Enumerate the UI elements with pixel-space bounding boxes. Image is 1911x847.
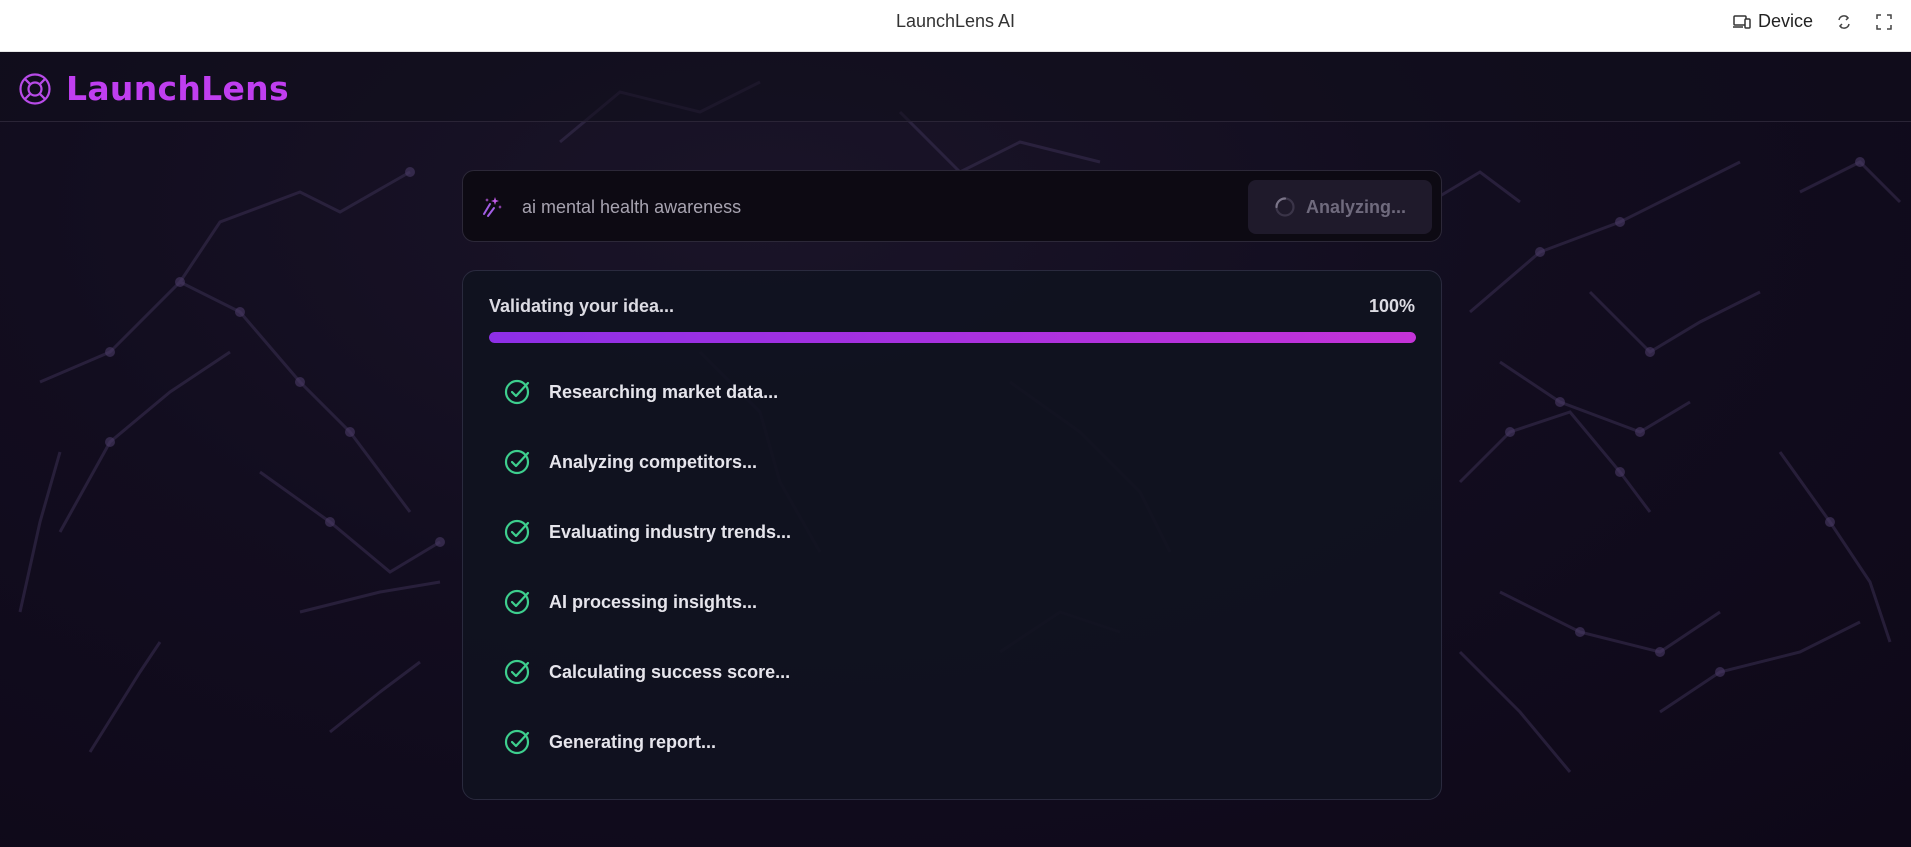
- check-circle-icon: [504, 659, 530, 685]
- step-item: Generating report...: [503, 727, 716, 757]
- step-item: Evaluating industry trends...: [503, 517, 791, 547]
- step-item: Calculating success score...: [503, 657, 790, 687]
- step-label: Evaluating industry trends...: [549, 521, 792, 542]
- check-circle-icon: [504, 379, 530, 405]
- step-label: Researching market data...: [549, 381, 779, 402]
- step-label: Analyzing competitors...: [549, 451, 758, 472]
- idea-input[interactable]: [520, 189, 1170, 225]
- spinner-icon: [1275, 197, 1295, 217]
- rotate-icon[interactable]: [1835, 13, 1853, 31]
- app-header: LaunchLens: [0, 52, 1911, 122]
- lifebuoy-icon: [19, 72, 51, 105]
- toolbar-actions: Device: [1732, 0, 1893, 43]
- idea-search-bar: Analyzing...: [462, 170, 1442, 242]
- progress-track: [489, 332, 1416, 343]
- analyze-button-label: Analyzing...: [1305, 196, 1406, 217]
- progress-percent: 100%: [1368, 296, 1415, 316]
- progress-fill: [489, 332, 1416, 343]
- device-label: Device: [1757, 11, 1813, 31]
- check-circle-icon: [504, 729, 530, 755]
- devices-icon: [1732, 14, 1751, 29]
- check-circle-icon: [504, 589, 530, 615]
- window-title: LaunchLens AI: [895, 11, 1016, 31]
- validation-progress-panel: Validating your idea... 100% Researching…: [462, 270, 1442, 800]
- check-circle-icon: [504, 449, 530, 475]
- sparkles-icon: [483, 197, 502, 217]
- check-circle-icon: [504, 519, 530, 545]
- device-button[interactable]: Device: [1732, 11, 1813, 32]
- fullscreen-icon[interactable]: [1875, 13, 1893, 31]
- step-item: Researching market data...: [503, 377, 778, 407]
- step-label: Generating report...: [549, 731, 717, 752]
- logo[interactable]: LaunchLens: [18, 69, 289, 108]
- step-label: Calculating success score...: [549, 661, 791, 682]
- preview-toolbar: LaunchLens AI Device: [0, 0, 1911, 52]
- app-viewport: LaunchLens Analyzing... Validating your …: [0, 52, 1911, 847]
- analyze-button[interactable]: Analyzing...: [1248, 180, 1432, 234]
- step-label: AI processing insights...: [549, 591, 758, 612]
- brand-name: LaunchLens: [66, 69, 289, 108]
- step-item: AI processing insights...: [503, 587, 757, 617]
- step-item: Analyzing competitors...: [503, 447, 757, 477]
- progress-title: Validating your idea...: [489, 296, 675, 316]
